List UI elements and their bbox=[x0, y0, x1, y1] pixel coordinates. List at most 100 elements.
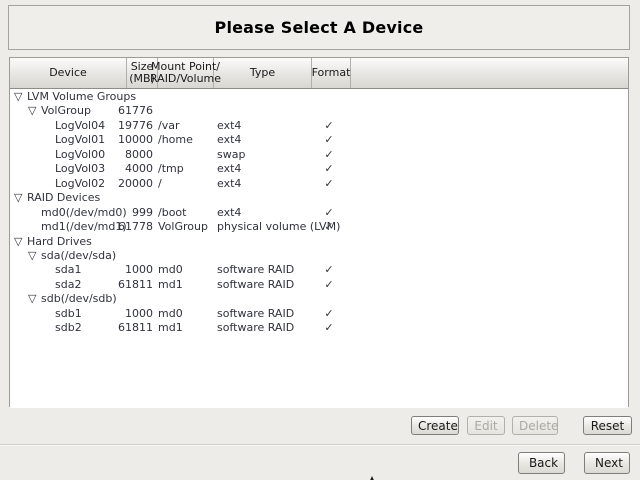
table-row[interactable]: ▽ LVM Volume Groups bbox=[10, 89, 628, 104]
device-name: LVM Volume Groups bbox=[27, 89, 136, 104]
device-name: sda (/dev/sda) bbox=[41, 248, 60, 263]
expander-open-icon[interactable]: ▽ bbox=[14, 89, 22, 104]
device-mount: md0 bbox=[158, 306, 183, 321]
table-row[interactable]: ▽ sdb (/dev/sdb) bbox=[10, 291, 628, 306]
table-row[interactable]: sda261811md1software RAID✓ bbox=[10, 277, 628, 292]
expander-open-icon[interactable]: ▽ bbox=[28, 291, 36, 306]
table-row[interactable]: ▽ sda (/dev/sda) bbox=[10, 248, 628, 263]
column-header-format[interactable]: Format bbox=[312, 58, 351, 88]
device-mount: md1 bbox=[158, 277, 183, 292]
table-row[interactable]: md1 (/dev/md1)61778VolGroupphysical volu… bbox=[10, 219, 628, 234]
device-mount: /var bbox=[158, 118, 179, 133]
device-mount: /boot bbox=[158, 205, 186, 220]
table-row[interactable]: sdb11000md0software RAID✓ bbox=[10, 306, 628, 321]
mouse-cursor bbox=[367, 470, 377, 480]
device-size: 61811 bbox=[106, 320, 153, 335]
device-name: RAID Devices bbox=[27, 190, 100, 205]
table-row[interactable]: sda1 1000 md0 software RAID ✓ bbox=[10, 262, 628, 277]
device-size: 19776 bbox=[106, 118, 153, 133]
device-mount: md1 bbox=[158, 320, 183, 335]
table-row[interactable]: ▽VolGroup61776 bbox=[10, 103, 628, 118]
device-tree-body: ▽LVM Volume Groups▽VolGroup61776LogVol04… bbox=[10, 89, 628, 408]
page-title-box: Please Select A Device bbox=[8, 5, 630, 50]
table-row[interactable]: ▽ Hard Drives bbox=[10, 234, 628, 249]
table-row[interactable]: ▽ RAID Devices bbox=[10, 190, 628, 205]
device-name: LogVol01 bbox=[55, 132, 105, 147]
device-type: ext4 bbox=[217, 118, 241, 133]
device-type: swap bbox=[217, 147, 245, 162]
device-type: software RAID bbox=[217, 277, 294, 292]
device-name: md0 (/dev/md0) bbox=[41, 205, 66, 220]
device-type: software RAID bbox=[217, 262, 294, 277]
device-size: 61776 bbox=[106, 103, 153, 118]
device-size: 999 bbox=[106, 205, 153, 220]
device-name: Hard Drives bbox=[27, 234, 92, 249]
format-check-icon: ✓ bbox=[315, 219, 343, 234]
device-name: LogVol00 bbox=[55, 147, 105, 162]
device-size: 10000 bbox=[106, 132, 153, 147]
format-check-icon: ✓ bbox=[315, 147, 343, 162]
table-row[interactable]: sdb261811md1software RAID✓ bbox=[10, 320, 628, 335]
format-check-icon: ✓ bbox=[315, 161, 343, 176]
device-size: 8000 bbox=[106, 147, 153, 162]
format-check-icon: ✓ bbox=[315, 320, 343, 335]
reset-button[interactable]: Reset bbox=[583, 416, 632, 435]
device-size: 61778 bbox=[106, 219, 153, 234]
device-name: LogVol04 bbox=[55, 118, 105, 133]
device-mount: VolGroup bbox=[158, 219, 208, 234]
format-check-icon: ✓ bbox=[315, 118, 343, 133]
device-mount: md0 bbox=[158, 262, 183, 277]
device-name: sdb (/dev/sdb) bbox=[41, 291, 61, 306]
column-header-mount[interactable]: Mount Point/ RAID/Volume bbox=[158, 58, 214, 88]
device-name: LogVol03 bbox=[55, 161, 105, 176]
create-button[interactable]: Create bbox=[411, 416, 459, 435]
device-type: ext4 bbox=[217, 132, 241, 147]
format-check-icon: ✓ bbox=[315, 176, 343, 191]
device-table: Device Size (MB) Mount Point/ RAID/Volum… bbox=[9, 57, 629, 407]
device-path: (/dev/sdb) bbox=[61, 291, 117, 306]
table-row[interactable]: LogVol0110000/home ext4 ✓ bbox=[10, 132, 628, 147]
device-type: ext4 bbox=[217, 205, 241, 220]
device-mount: /home bbox=[158, 132, 193, 147]
back-button[interactable]: Back bbox=[518, 452, 565, 474]
table-row[interactable]: md0 (/dev/md0) 999/boot ext4 ✓ bbox=[10, 205, 628, 220]
device-type: ext4 bbox=[217, 176, 241, 191]
back-button-label: Back bbox=[529, 456, 558, 470]
device-path: (/dev/sda) bbox=[60, 248, 116, 263]
device-size: 4000 bbox=[106, 161, 153, 176]
next-button[interactable]: Next bbox=[584, 452, 630, 474]
delete-button[interactable]: Delete bbox=[512, 416, 558, 435]
expander-open-icon[interactable]: ▽ bbox=[28, 248, 36, 263]
format-check-icon: ✓ bbox=[315, 277, 343, 292]
device-type: ext4 bbox=[217, 161, 241, 176]
device-type: software RAID bbox=[217, 306, 294, 321]
device-name: LogVol02 bbox=[55, 176, 105, 191]
device-name: sdb2 bbox=[55, 320, 82, 335]
table-row[interactable]: LogVol0220000 / ext4 ✓ bbox=[10, 176, 628, 191]
format-check-icon: ✓ bbox=[315, 205, 343, 220]
device-name: sda2 bbox=[55, 277, 81, 292]
table-row[interactable]: LogVol034000/tmpext4✓ bbox=[10, 161, 628, 176]
next-button-label: Next bbox=[595, 456, 623, 470]
page-title: Please Select A Device bbox=[215, 18, 424, 37]
device-name: md1 (/dev/md1) bbox=[41, 219, 66, 234]
format-check-icon: ✓ bbox=[315, 262, 343, 277]
device-name: sdb1 bbox=[55, 306, 82, 321]
column-header-device[interactable]: Device bbox=[10, 58, 127, 88]
device-mount: / bbox=[158, 176, 162, 191]
installer-window: Please Select A Device Device Size (MB) … bbox=[0, 0, 640, 480]
expander-open-icon[interactable]: ▽ bbox=[14, 234, 22, 249]
device-name: sda1 bbox=[55, 262, 81, 277]
column-header-filler bbox=[351, 58, 628, 88]
format-check-icon: ✓ bbox=[315, 306, 343, 321]
column-header-type[interactable]: Type bbox=[214, 58, 312, 88]
format-check-icon: ✓ bbox=[315, 132, 343, 147]
device-size: 1000 bbox=[106, 262, 153, 277]
bottom-separator bbox=[0, 444, 640, 446]
table-row[interactable]: LogVol0419776/var ext4 ✓ bbox=[10, 118, 628, 133]
table-row[interactable]: LogVol008000 swap ✓ bbox=[10, 147, 628, 162]
edit-button[interactable]: Edit bbox=[467, 416, 505, 435]
expander-open-icon[interactable]: ▽ bbox=[28, 103, 36, 118]
expander-open-icon[interactable]: ▽ bbox=[14, 190, 22, 205]
device-size: 20000 bbox=[106, 176, 153, 191]
